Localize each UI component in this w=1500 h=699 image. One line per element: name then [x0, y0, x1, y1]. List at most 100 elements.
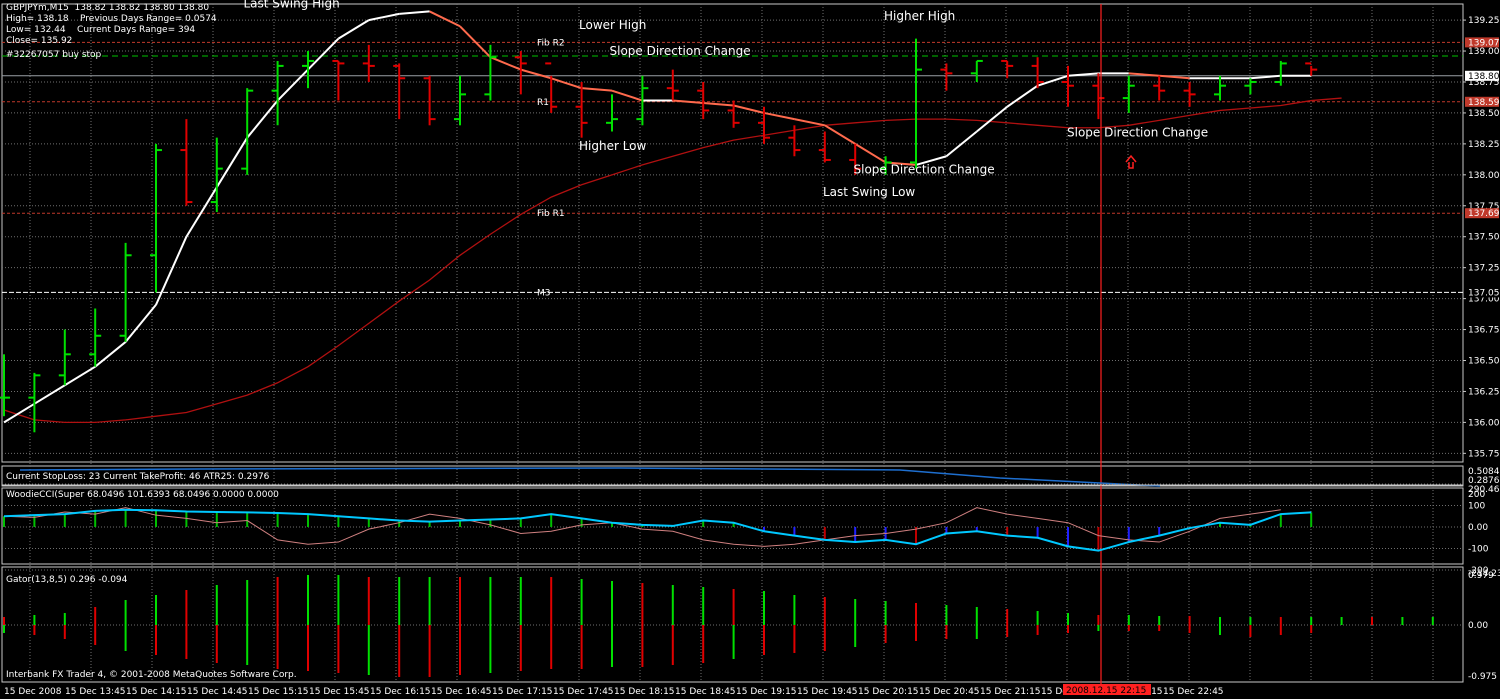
annotation-label: Lower High	[579, 18, 646, 32]
time-label: 15 Dec 17:45	[553, 687, 614, 697]
price-tick: 136.50	[1468, 356, 1500, 366]
time-label: 15 Dec 19:45	[797, 687, 858, 697]
fast-ma-segment	[824, 124, 856, 145]
fast-ma-segment	[1006, 84, 1039, 108]
ohlc-bar	[271, 60, 284, 126]
fast-ma-segment	[611, 89, 643, 102]
time-label: 15 Dec 15:45	[309, 687, 370, 697]
annotation-label: Last Swing High	[244, 0, 340, 11]
cci-tick: 100	[1468, 502, 1485, 512]
time-label: 15 Dec 22:45	[1163, 687, 1224, 697]
ohlc-bar	[940, 63, 953, 91]
ohlc-bar	[28, 372, 41, 433]
level-label: M3	[537, 288, 551, 298]
level-price-tag: 137.69	[1468, 209, 1500, 219]
footer-copyright: Interbank FX Trader 4, © 2001-2008 MetaQ…	[6, 670, 297, 680]
price-tick: 137.25	[1468, 264, 1500, 274]
close-info: Close= 135.92	[6, 36, 73, 46]
cci-tick: -100	[1468, 545, 1489, 555]
low-info: Low= 132.44 Current Days Range= 394	[6, 25, 196, 35]
annotation-label: Slope Direction Change	[610, 44, 751, 58]
ohlc-bar	[302, 51, 314, 89]
time-label: 15 Dec 14:15	[126, 687, 187, 697]
fast-ma-segment	[672, 99, 704, 105]
time-label: 15 Dec 20:15	[858, 687, 919, 697]
price-tick: 136.25	[1468, 387, 1500, 397]
level-label: Fib R2	[537, 38, 565, 48]
ohlc-bar	[1244, 78, 1257, 95]
fast-ma-segment	[368, 12, 400, 22]
gator-tick: 0.979	[1468, 571, 1494, 581]
ohlc-bar	[910, 38, 922, 169]
price-tick: 136.75	[1468, 326, 1500, 336]
fast-ma-segment	[794, 118, 825, 127]
fast-ma-segment	[94, 341, 127, 368]
time-label: 15 Dec 21:15	[980, 687, 1041, 697]
time-label: 15 Dec 18:45	[675, 687, 736, 697]
ohlc-bar	[1153, 75, 1166, 101]
ohlc-bar	[1062, 65, 1074, 107]
annotation-label: Higher Low	[579, 139, 647, 153]
fast-ma-segment	[155, 236, 188, 306]
fast-ma-segment	[703, 102, 734, 107]
gator-tick: -0.975	[1468, 672, 1497, 682]
ohlc-bar	[1122, 75, 1135, 113]
annotation-label: Last Swing Low	[823, 185, 915, 199]
fast-ma-segment	[33, 384, 66, 405]
price-tick: 135.75	[1468, 449, 1500, 459]
fast-ma-segment	[733, 104, 765, 114]
cci-tick: 200	[1468, 490, 1485, 500]
fast-ma-segment	[307, 37, 340, 71]
level-price-tag: 138.59	[1468, 98, 1500, 108]
panel-frame-0	[1, 3, 1464, 463]
level-label: R1	[537, 98, 549, 108]
price-tick: 138.00	[1468, 171, 1500, 181]
cci-tick: 0.00	[1468, 523, 1488, 533]
fast-ma-segment	[581, 87, 613, 92]
price-tick: 139.25	[1468, 16, 1500, 26]
ohlc-bar	[606, 94, 618, 132]
annotation-label: Higher High	[884, 9, 955, 23]
ohlc-bar	[1092, 73, 1105, 120]
ohlc-bar	[514, 51, 527, 95]
ohlc-bar	[423, 75, 436, 126]
ohlc-bar	[697, 81, 710, 120]
price-tick: 138.50	[1468, 109, 1500, 119]
price-tick: 138.25	[1468, 140, 1500, 150]
time-label: 15 Dec 14:45	[187, 687, 248, 697]
ohlc-bar	[180, 119, 193, 206]
fast-ma-segment	[246, 99, 279, 139]
ohlc-bar	[818, 131, 831, 163]
ohlc-bar	[1305, 62, 1318, 76]
cursor-time-tag: 2008.12.15 22:15	[1066, 686, 1146, 696]
symbol-info: GBPJPYm,M15 138.82 138.82 138.80 138.80	[6, 3, 210, 13]
atr-panel-label: Current StopLoss: 23 Current TakeProfit:…	[6, 472, 270, 482]
high-info: High= 138.18 Previous Days Range= 0.0574	[6, 14, 217, 24]
fast-ma-segment	[3, 402, 35, 424]
time-label: 15 Dec 17:15	[492, 687, 553, 697]
ohlc-bar	[575, 81, 588, 138]
time-label: 15 Dec 16:45	[431, 687, 492, 697]
annotation-label: Slope Direction Change	[854, 163, 995, 177]
fast-ma-segment	[185, 186, 218, 238]
ohlc-bar	[1183, 81, 1196, 107]
current-price-tag: 138.80	[1468, 72, 1500, 82]
time-label: 15 Dec 15:15	[248, 687, 309, 697]
ohlc-bar	[1214, 75, 1226, 101]
chart-window: 139.25 139.00 138.75 138.50 138.25 138.00 137.…	[0, 0, 1500, 699]
ohlc-bar	[970, 59, 983, 82]
time-label: 15 Dec 20:45	[919, 687, 980, 697]
fast-ma-segment	[459, 25, 492, 58]
fast-ma-segment	[399, 10, 430, 15]
ohlc-bar	[362, 44, 375, 82]
price-tick: 136.00	[1468, 418, 1500, 428]
ohlc-bar	[1274, 60, 1287, 86]
slow-ma-line	[3, 97, 1342, 424]
chart-canvas[interactable]: 139.25139.00138.75138.50138.25138.00137.…	[0, 0, 1500, 699]
fast-ma-segment	[854, 143, 887, 164]
order-info: #32267057 buy stop	[6, 50, 102, 60]
ohlc-bar	[58, 329, 71, 386]
time-label: 15 Dec 13:45	[65, 687, 126, 697]
ohlc-bar	[666, 69, 679, 101]
time-label: 15 Dec 2008	[4, 687, 62, 697]
